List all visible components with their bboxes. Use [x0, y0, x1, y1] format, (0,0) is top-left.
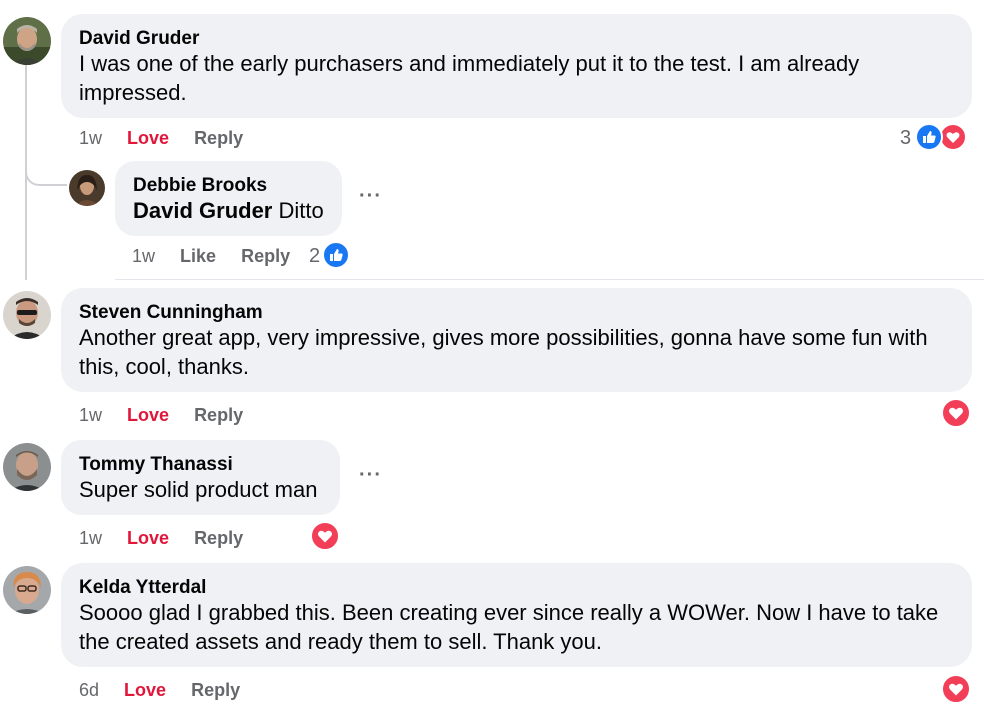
- comment-bubble: David Gruder I was one of the early purc…: [61, 14, 972, 118]
- thread-line-curve: [25, 160, 67, 186]
- divider: [115, 279, 984, 280]
- comment-text: Soooo glad I grabbed this. Been creating…: [79, 600, 939, 654]
- love-button[interactable]: Love: [127, 528, 169, 548]
- reply-button[interactable]: Reply: [194, 405, 243, 425]
- comment-text: Super solid product man: [79, 477, 318, 502]
- love-icon[interactable]: [310, 521, 340, 551]
- love-button[interactable]: Love: [127, 128, 169, 148]
- avatar[interactable]: [3, 17, 51, 65]
- reaction-count[interactable]: 2: [309, 245, 320, 268]
- comment-time[interactable]: 1w: [79, 128, 102, 148]
- comment-text: Another great app, very impressive, give…: [79, 325, 928, 379]
- love-button[interactable]: Love: [127, 405, 169, 425]
- like-button[interactable]: Like: [180, 246, 216, 266]
- mention-link[interactable]: David Gruder: [133, 198, 272, 223]
- comment-time[interactable]: 1w: [79, 528, 102, 548]
- comment-author[interactable]: Steven Cunningham: [79, 302, 263, 324]
- avatar[interactable]: [69, 170, 105, 206]
- love-icon[interactable]: [939, 123, 967, 151]
- comment-actions: 1w Like Reply: [132, 246, 290, 267]
- avatar[interactable]: [3, 291, 51, 339]
- comment-actions: 6d Love Reply: [79, 680, 240, 701]
- comment-bubble: Debbie Brooks David Gruder Ditto: [115, 161, 342, 236]
- comment-actions: 1w Love Reply: [79, 128, 243, 149]
- comment-text: David Gruder Ditto: [133, 196, 324, 225]
- avatar[interactable]: [3, 443, 51, 491]
- like-icon[interactable]: [915, 123, 943, 151]
- comment-time[interactable]: 1w: [132, 246, 155, 266]
- comment-author[interactable]: Debbie Brooks: [133, 175, 267, 197]
- reply-button[interactable]: Reply: [191, 680, 240, 700]
- reaction-count[interactable]: 3: [900, 127, 911, 150]
- comment-author[interactable]: Kelda Ytterdal: [79, 577, 206, 599]
- reply-button[interactable]: Reply: [241, 246, 290, 266]
- comment-text: I was one of the early purchasers and im…: [79, 51, 860, 105]
- comment-bubble: Steven Cunningham Another great app, ver…: [61, 288, 972, 392]
- like-icon[interactable]: [322, 241, 350, 269]
- comment-author[interactable]: David Gruder: [79, 28, 199, 50]
- avatar[interactable]: [3, 566, 51, 614]
- comment-author[interactable]: Tommy Thanassi: [79, 454, 233, 476]
- love-button[interactable]: Love: [124, 680, 166, 700]
- comment-bubble: Kelda Ytterdal Soooo glad I grabbed this…: [61, 563, 972, 667]
- comment-actions: 1w Love Reply: [79, 405, 243, 426]
- more-options-icon[interactable]: ···: [359, 185, 382, 208]
- comment-bubble: Tommy Thanassi Super solid product man: [61, 440, 340, 515]
- comment-time[interactable]: 6d: [79, 680, 99, 700]
- comment-actions: 1w Love Reply: [79, 528, 243, 549]
- reply-button[interactable]: Reply: [194, 128, 243, 148]
- comment-time[interactable]: 1w: [79, 405, 102, 425]
- love-icon[interactable]: [941, 398, 971, 428]
- reply-button[interactable]: Reply: [194, 528, 243, 548]
- love-icon[interactable]: [941, 674, 971, 704]
- comment-text-body: Ditto: [278, 198, 324, 223]
- more-options-icon[interactable]: ···: [359, 464, 382, 487]
